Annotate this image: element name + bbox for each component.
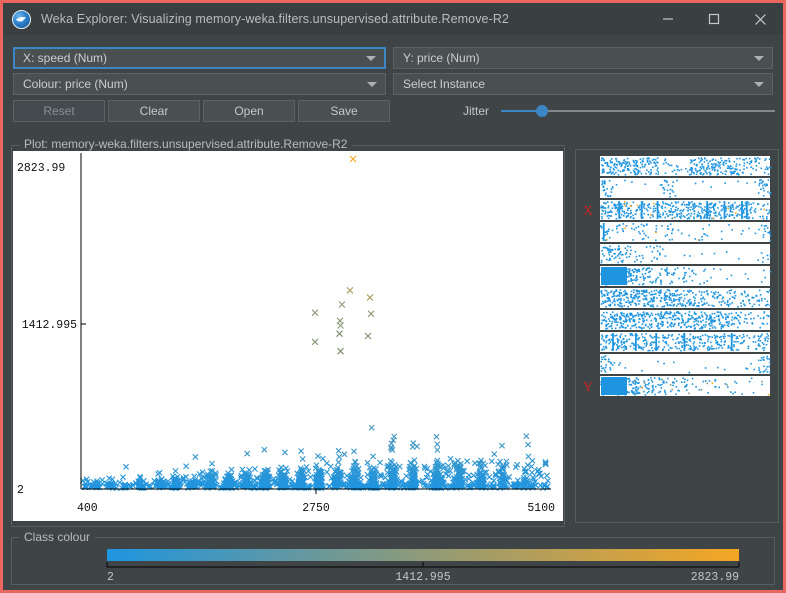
weka-explorer-window: Weka Explorer: Visualizing memory-weka.f… xyxy=(0,0,786,593)
attribute-strips-svg: XY xyxy=(583,156,772,396)
open-button[interactable]: Open xyxy=(203,100,295,122)
svg-text:2: 2 xyxy=(17,484,24,497)
scatter-plot[interactable]: 2823.99 1412.995 2 400 2750 5100 xyxy=(13,151,563,521)
plot-title: Plot: memory-weka.filters.unsupervised.a… xyxy=(19,137,353,151)
chevron-down-icon xyxy=(754,81,764,87)
maximize-button[interactable] xyxy=(691,3,737,35)
svg-text:400: 400 xyxy=(77,502,98,515)
window-controls xyxy=(645,3,783,35)
save-button[interactable]: Save xyxy=(298,100,390,122)
x-attribute-select[interactable]: X: speed (Num) xyxy=(13,47,386,69)
class-colour-title: Class colour xyxy=(19,530,96,544)
svg-text:1412.995: 1412.995 xyxy=(395,571,450,584)
jitter-slider[interactable] xyxy=(501,103,775,119)
controls-area: X: speed (Num) Y: price (Num) Colour: pr… xyxy=(3,35,783,135)
select-instance-dropdown[interactable]: Select Instance xyxy=(393,73,773,95)
chevron-down-icon xyxy=(754,55,764,61)
colour-attribute-label: Colour: price (Num) xyxy=(23,77,128,91)
close-button[interactable] xyxy=(737,3,783,35)
weka-bird-icon xyxy=(12,9,31,29)
titlebar: Weka Explorer: Visualizing memory-weka.f… xyxy=(3,3,783,35)
svg-text:Y: Y xyxy=(583,380,593,395)
svg-text:2823.99: 2823.99 xyxy=(691,571,739,584)
x-attribute-label: X: speed (Num) xyxy=(23,51,108,65)
svg-text:2: 2 xyxy=(107,571,114,584)
chevron-down-icon xyxy=(366,55,376,61)
svg-text:2823.99: 2823.99 xyxy=(17,162,65,175)
y-attribute-label: Y: price (Num) xyxy=(403,51,480,65)
jitter-label: Jitter xyxy=(463,104,490,118)
jitter-control: Jitter xyxy=(463,100,775,122)
jitter-slider-thumb[interactable] xyxy=(536,105,549,117)
clear-button[interactable]: Clear xyxy=(108,100,200,122)
svg-text:1412.995: 1412.995 xyxy=(22,319,77,332)
svg-text:X: X xyxy=(583,204,593,219)
chevron-down-icon xyxy=(367,81,377,87)
window-title: Weka Explorer: Visualizing memory-weka.f… xyxy=(41,12,510,26)
reset-button[interactable]: Reset xyxy=(13,100,105,122)
class-colour-bar[interactable]: 2 1412.995 2823.99 xyxy=(11,543,771,585)
select-instance-label: Select Instance xyxy=(403,77,486,91)
svg-text:2750: 2750 xyxy=(302,502,330,515)
scatter-plot-svg: 2823.99 1412.995 2 400 2750 5100 xyxy=(17,153,555,515)
minimize-button[interactable] xyxy=(645,3,691,35)
y-attribute-select[interactable]: Y: price (Num) xyxy=(393,47,773,69)
colour-attribute-select[interactable]: Colour: price (Num) xyxy=(13,73,386,95)
attribute-strips-panel[interactable]: XY xyxy=(575,149,779,523)
svg-text:5100: 5100 xyxy=(527,502,555,515)
